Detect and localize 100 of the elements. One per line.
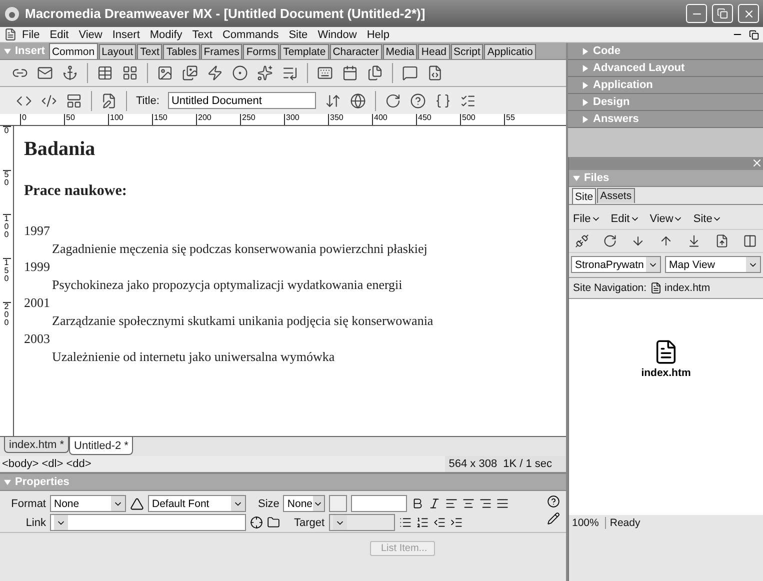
ruler-label: 50 xyxy=(64,114,108,125)
justify-icon[interactable] xyxy=(496,497,510,510)
insert-tab[interactable]: Frames xyxy=(200,44,242,59)
menu-item[interactable]: Text xyxy=(187,28,218,40)
ruler-label: 150 xyxy=(152,114,196,125)
insert-tab[interactable]: Forms xyxy=(243,44,280,59)
insert-tab[interactable]: Template xyxy=(280,44,329,59)
document-icon[interactable] xyxy=(4,28,17,41)
minimize-button[interactable] xyxy=(686,4,707,23)
site-map-node-label[interactable]: index.htm xyxy=(641,367,691,379)
ruler-label: 300 xyxy=(284,114,328,125)
menu-item[interactable]: File xyxy=(17,28,45,40)
insert-tab[interactable]: Text xyxy=(137,44,162,59)
braces-icon[interactable] xyxy=(435,92,452,108)
document-tab[interactable]: Untitled-2 * xyxy=(69,437,134,455)
outdent-icon[interactable] xyxy=(432,516,446,529)
edit-icon[interactable] xyxy=(547,512,560,525)
indent-icon[interactable] xyxy=(450,516,463,529)
insert-tab[interactable]: Common xyxy=(48,43,98,59)
refresh-icon[interactable] xyxy=(385,92,402,108)
restore-button[interactable] xyxy=(712,4,733,23)
file-icon[interactable] xyxy=(650,282,662,294)
publication-title: Psychokineza jako propozycja optymalizacji wydatkowania energii xyxy=(51,276,404,294)
panel-menu[interactable]: Edit xyxy=(610,213,630,225)
ruler-label: 500 xyxy=(460,114,504,125)
panel-menu[interactable]: File xyxy=(573,213,591,225)
status-text: Ready xyxy=(604,517,640,529)
insert-tab[interactable]: Media xyxy=(382,44,418,59)
restore-icon[interactable] xyxy=(749,30,759,40)
bold-icon[interactable] xyxy=(411,497,424,510)
expand-arrow-icon[interactable] xyxy=(582,116,589,122)
menu-item[interactable]: Site xyxy=(284,28,313,40)
panel-title: Application xyxy=(593,79,653,91)
color-field[interactable] xyxy=(351,495,408,512)
link-field[interactable] xyxy=(50,514,246,531)
comment-icon[interactable] xyxy=(402,65,418,81)
menu-item[interactable]: Help xyxy=(362,28,394,40)
window-title: Macromedia Dreamweaver MX - [Untitled Document (Untitled-2*)] xyxy=(25,6,426,21)
size-select[interactable]: None xyxy=(283,495,326,512)
menu-item[interactable]: Modify xyxy=(144,28,188,40)
connect-icon[interactable] xyxy=(575,233,589,249)
anchor-icon[interactable] xyxy=(62,65,78,81)
numbered-list-icon[interactable] xyxy=(416,516,429,529)
sparkle-icon[interactable] xyxy=(257,65,273,81)
align-right-icon[interactable] xyxy=(479,497,492,510)
folder-icon[interactable] xyxy=(267,516,280,529)
menu-item[interactable]: Insert xyxy=(107,28,145,40)
menu-item[interactable]: Edit xyxy=(44,28,74,40)
close-button[interactable] xyxy=(738,4,759,23)
close-icon[interactable] xyxy=(751,157,763,169)
calendar-icon[interactable] xyxy=(342,65,358,81)
title-field[interactable]: Untitled Document xyxy=(168,92,316,109)
ruler-label: 150 xyxy=(2,258,10,302)
window-size[interactable]: 564 x 308 xyxy=(448,458,498,470)
document-tab[interactable]: index.htm * xyxy=(4,437,70,453)
files-icon[interactable] xyxy=(367,65,383,81)
page-heading: Badania xyxy=(24,138,96,161)
align-left-icon[interactable] xyxy=(445,497,458,510)
email-icon[interactable] xyxy=(37,65,53,81)
help-icon[interactable] xyxy=(547,495,560,508)
files-tab[interactable]: Assets xyxy=(597,188,635,203)
expand-arrow-icon[interactable] xyxy=(582,98,589,106)
navigation-file[interactable]: index.htm xyxy=(664,282,710,294)
app-logo-icon xyxy=(4,6,20,22)
view-select[interactable]: Map View xyxy=(665,256,761,273)
table-icon[interactable] xyxy=(97,65,113,81)
expand-arrow-icon[interactable] xyxy=(582,82,589,88)
panel-menu[interactable]: Site xyxy=(693,213,712,225)
files-tab[interactable]: Site xyxy=(572,188,596,204)
panel-title: Insert xyxy=(15,45,45,57)
insert-tab[interactable]: Tables xyxy=(163,44,200,59)
lightning-icon[interactable] xyxy=(207,65,223,81)
panel-title: Advanced Layout xyxy=(593,62,685,74)
panel-menu[interactable]: View xyxy=(650,213,674,225)
menu-item[interactable]: Commands xyxy=(217,28,284,40)
keyboard-icon[interactable] xyxy=(317,65,333,81)
insert-tab[interactable]: Head xyxy=(418,44,450,59)
ruler-label: 200 xyxy=(196,114,240,125)
image-icon[interactable] xyxy=(157,65,173,81)
circle-icon[interactable] xyxy=(232,65,248,81)
expand-arrow-icon[interactable] xyxy=(582,64,589,72)
refresh-icon[interactable] xyxy=(603,233,617,249)
menu-item[interactable]: Window xyxy=(312,28,362,40)
tag-selector[interactable]: <body> <dl> <dd> xyxy=(2,458,92,470)
menu-item[interactable]: View xyxy=(74,28,108,40)
insert-tab[interactable]: Layout xyxy=(98,44,136,59)
site-select[interactable]: StronaPrywatn xyxy=(571,256,661,273)
navigation-label: Site Navigation: xyxy=(573,282,647,294)
globe-icon[interactable] xyxy=(350,92,366,108)
insert-tab[interactable]: Applicatio xyxy=(484,44,536,59)
insert-tab[interactable]: Script xyxy=(450,44,484,59)
format-select[interactable]: None xyxy=(50,495,126,512)
page-subheading: Prace naukowe: xyxy=(24,183,128,200)
align-center-icon[interactable] xyxy=(462,497,476,510)
italic-icon[interactable] xyxy=(428,497,442,510)
expand-arrow-icon[interactable] xyxy=(582,48,589,54)
color-picker[interactable] xyxy=(329,495,348,512)
insert-tab[interactable]: Character xyxy=(330,44,382,59)
format-label: Format xyxy=(10,498,46,510)
font-select[interactable]: Default Font xyxy=(148,495,246,512)
